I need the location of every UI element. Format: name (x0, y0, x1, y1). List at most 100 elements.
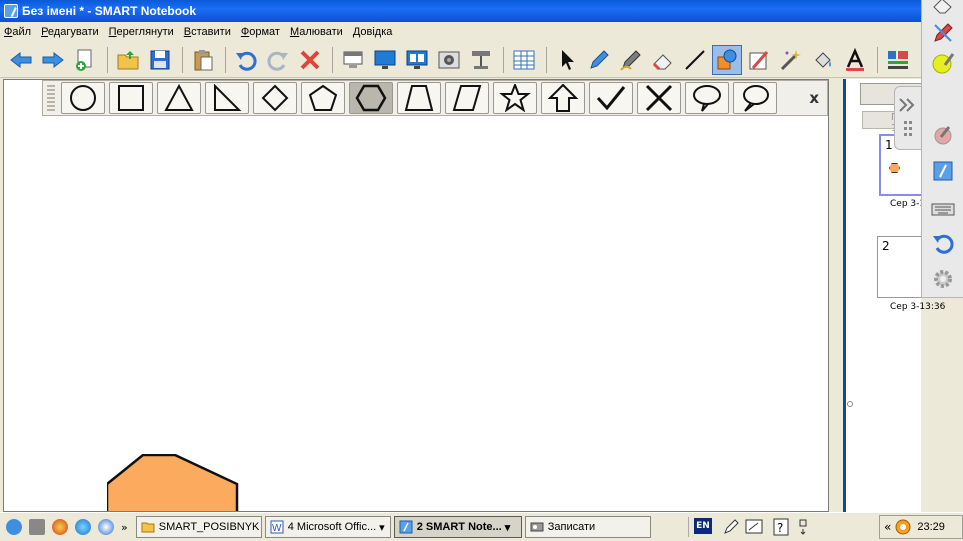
help-tray-icon[interactable]: ? (773, 518, 789, 536)
float-undo-button[interactable] (930, 230, 956, 256)
svg-text:?: ? (777, 521, 783, 535)
firefox-icon[interactable] (52, 519, 68, 535)
menu-help[interactable]: Довідка (353, 26, 393, 38)
toolbar-separator (107, 46, 108, 73)
open-button[interactable] (113, 45, 143, 75)
arrow-up-shape-button[interactable] (541, 82, 585, 114)
float-settings-button[interactable] (930, 266, 956, 292)
taskbar-button-folder[interactable]: SMART_POSIBNYK (135, 516, 262, 538)
window-title: Без імені * - SMART Notebook (22, 4, 197, 18)
menu-edit[interactable]: Редагувати (41, 26, 99, 38)
save-button[interactable] (145, 45, 175, 75)
trapezoid-shape-button[interactable] (397, 82, 441, 114)
checkmark-shape-button[interactable] (589, 82, 633, 114)
float-pointer-button[interactable] (930, 122, 956, 148)
float-eraser-button[interactable] (930, 0, 956, 18)
document-camera-button[interactable] (466, 45, 496, 75)
tray-menu-icon[interactable] (798, 517, 808, 537)
star-shape-button[interactable] (493, 82, 537, 114)
float-keyboard-button[interactable] (930, 196, 956, 222)
dual-page-button[interactable] (402, 45, 432, 75)
right-triangle-shape-button[interactable] (205, 82, 249, 114)
quick-launch-expand-chevron[interactable]: » (121, 521, 128, 534)
line-tool-button[interactable] (680, 45, 710, 75)
menu-draw[interactable]: Малювати (290, 26, 343, 38)
cross-shape-button[interactable] (637, 82, 681, 114)
floating-tools-handle[interactable] (894, 86, 922, 150)
delete-button[interactable] (295, 45, 325, 75)
network-icon[interactable] (6, 519, 22, 535)
pen-tool-button[interactable] (584, 45, 614, 75)
float-notebook-button[interactable] (930, 158, 956, 184)
hexagon-shape[interactable] (107, 454, 241, 512)
close-palette-button[interactable]: x (809, 89, 819, 107)
square-shape-button[interactable] (109, 82, 153, 114)
float-red-pen-button[interactable] (930, 20, 956, 46)
creative-pen-button[interactable] (616, 45, 646, 75)
add-page-button[interactable] (70, 45, 100, 75)
properties-button[interactable] (883, 45, 913, 75)
menu-format[interactable]: Формат (241, 26, 280, 38)
tray-expand-button[interactable]: « (884, 520, 891, 534)
diamond-shape-button[interactable] (253, 82, 297, 114)
smart-notebook-window: Без імені * - SMART Notebook Файл Редагу… (0, 0, 963, 541)
undo-button[interactable] (231, 45, 261, 75)
circle-shape-button[interactable] (61, 82, 105, 114)
keyboard-icon (931, 203, 955, 216)
status-tray-icon[interactable] (895, 519, 911, 535)
eraser-tool-button[interactable] (648, 45, 678, 75)
calculator-icon[interactable] (29, 519, 45, 535)
speech-bubble-icon (693, 85, 721, 112)
pen-icon (590, 49, 609, 69)
menu-file[interactable]: Файл (4, 26, 31, 38)
taskbar-button-word[interactable]: W 4 Microsoft Offic... ▾ (264, 516, 391, 538)
screen-shade-button[interactable] (338, 45, 368, 75)
taskbar-button-smart-notebook[interactable]: 2 SMART Note... ▾ (393, 516, 522, 538)
redo-button[interactable] (263, 45, 293, 75)
magic-wand-button[interactable] (776, 45, 806, 75)
float-highlighter-button[interactable] (930, 50, 956, 76)
select-tool-button[interactable] (552, 45, 582, 75)
shapes-tool-button[interactable] (712, 44, 742, 75)
paste-button[interactable] (188, 45, 218, 75)
tablet-tray-icon[interactable] (745, 518, 763, 536)
parallelogram-icon (452, 85, 482, 111)
screen-capture-button[interactable] (434, 45, 464, 75)
pen-tray-icon[interactable] (722, 518, 740, 536)
pentagon-shape-button[interactable] (301, 82, 345, 114)
thought-bubble-icon (743, 85, 769, 112)
taskbar-button-label: 2 SMART Note... (416, 521, 502, 533)
whiteboard-canvas[interactable] (3, 79, 829, 512)
panel-resize-handle[interactable] (847, 401, 853, 407)
cursor-arrow-icon (562, 49, 574, 70)
menu-insert[interactable]: Вставити (184, 26, 231, 38)
shapes-palette: x (42, 80, 828, 116)
clock[interactable]: 23:29 (917, 521, 945, 533)
page-number: 1 (885, 138, 893, 152)
menu-view[interactable]: Переглянути (109, 26, 174, 38)
taskbar-button-recorder[interactable]: Записати (524, 516, 651, 538)
internet-explorer-icon[interactable] (75, 519, 91, 535)
back-button[interactable] (6, 45, 36, 75)
notebook-icon (933, 161, 953, 181)
toolbar-separator (332, 46, 333, 73)
gear-icon (934, 270, 952, 288)
language-indicator[interactable]: EN (694, 518, 712, 534)
media-player-icon[interactable] (98, 519, 114, 535)
folder-icon (141, 522, 155, 533)
thought-bubble-shape-button[interactable] (733, 82, 777, 114)
palette-drag-handle[interactable] (47, 85, 55, 111)
full-screen-button[interactable] (370, 45, 400, 75)
dropdown-arrow-icon: ▾ (504, 521, 511, 534)
text-tool-button[interactable] (840, 45, 870, 75)
magic-pen-button[interactable] (744, 45, 774, 75)
table-button[interactable] (509, 45, 539, 75)
triangle-shape-button[interactable] (157, 82, 201, 114)
fill-tool-button[interactable] (808, 45, 838, 75)
word-icon: W (270, 520, 284, 534)
parallelogram-shape-button[interactable] (445, 82, 489, 114)
forward-button[interactable] (38, 45, 68, 75)
hexagon-shape-button[interactable] (349, 82, 393, 114)
speech-bubble-shape-button[interactable] (685, 82, 729, 114)
eraser-icon (652, 53, 672, 70)
